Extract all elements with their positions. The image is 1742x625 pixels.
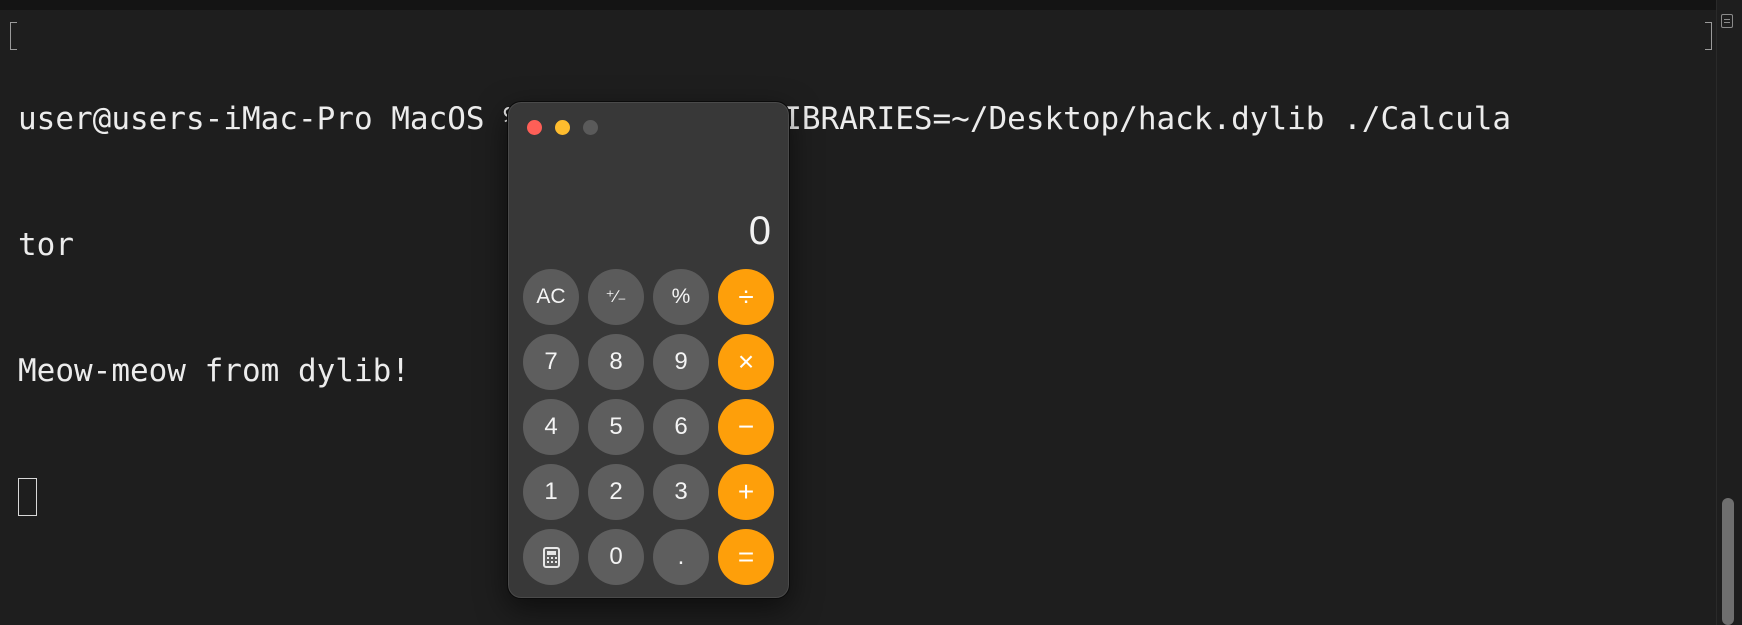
- decimal-button[interactable]: .: [653, 529, 709, 585]
- digit-4-button[interactable]: 4: [523, 399, 579, 455]
- minimize-window-button[interactable]: [555, 120, 570, 135]
- multiply-label: ×: [737, 346, 755, 377]
- subtract-button[interactable]: −: [718, 399, 774, 455]
- digit-1-button[interactable]: 1: [523, 464, 579, 520]
- divide-label: ÷: [738, 281, 754, 312]
- mark-bracket-left: [10, 22, 17, 50]
- terminal-line-output: Meow-meow from dylib!: [18, 353, 410, 389]
- add-label: +: [737, 476, 755, 507]
- digit-7-label: 7: [544, 348, 558, 375]
- all-clear-button[interactable]: AC: [523, 269, 579, 325]
- digit-8-label: 8: [609, 348, 623, 375]
- equals-label: =: [737, 541, 755, 572]
- digit-6-button[interactable]: 6: [653, 399, 709, 455]
- multiply-button[interactable]: ×: [718, 334, 774, 390]
- mode-toggle-button[interactable]: [523, 529, 579, 585]
- digit-7-button[interactable]: 7: [523, 334, 579, 390]
- calculator-window: 0 AC ⁺∕₋ % ÷ 7 8 9 × 4 5 6 − 1 2 3 + 0 .: [507, 101, 790, 599]
- digit-0-label: 0: [609, 543, 623, 570]
- close-window-button[interactable]: [527, 120, 542, 135]
- digit-9-label: 9: [674, 348, 688, 375]
- digit-8-button[interactable]: 8: [588, 334, 644, 390]
- top-strip: [0, 0, 1742, 10]
- digit-2-label: 2: [609, 478, 623, 505]
- screen: user@users-iMac-Pro MacOS % DYLD_INSERT_…: [0, 0, 1742, 625]
- digit-5-label: 5: [609, 413, 623, 440]
- digit-2-button[interactable]: 2: [588, 464, 644, 520]
- digit-1-label: 1: [544, 478, 558, 505]
- calculator-icon: [542, 546, 560, 568]
- plus-minus-label: ⁺∕₋: [605, 287, 627, 306]
- digit-4-label: 4: [544, 413, 558, 440]
- digit-5-button[interactable]: 5: [588, 399, 644, 455]
- terminal-output[interactable]: user@users-iMac-Pro MacOS % DYLD_INSERT_…: [18, 14, 1708, 602]
- terminal-cursor: [18, 478, 37, 516]
- digit-3-label: 3: [674, 478, 688, 505]
- terminal-line-command: user@users-iMac-Pro MacOS % DYLD_INSERT_…: [18, 101, 1512, 137]
- plus-minus-button[interactable]: ⁺∕₋: [588, 269, 644, 325]
- percent-label: %: [671, 285, 691, 308]
- digit-3-button[interactable]: 3: [653, 464, 709, 520]
- zoom-window-button: [583, 120, 598, 135]
- terminal-prompt-line[interactable]: [18, 476, 1708, 518]
- terminal-line-wrap: tor: [18, 227, 74, 263]
- equals-button[interactable]: =: [718, 529, 774, 585]
- percent-button[interactable]: %: [653, 269, 709, 325]
- divide-button[interactable]: ÷: [718, 269, 774, 325]
- digit-9-button[interactable]: 9: [653, 334, 709, 390]
- calculator-display: 0: [748, 209, 771, 253]
- add-button[interactable]: +: [718, 464, 774, 520]
- marks-icon[interactable]: [1721, 14, 1733, 28]
- digit-0-button[interactable]: 0: [588, 529, 644, 585]
- decimal-label: .: [677, 543, 685, 570]
- digit-6-label: 6: [674, 413, 688, 440]
- terminal-scrollbar-thumb[interactable]: [1722, 498, 1734, 625]
- subtract-label: −: [737, 411, 755, 442]
- all-clear-label: AC: [536, 285, 566, 308]
